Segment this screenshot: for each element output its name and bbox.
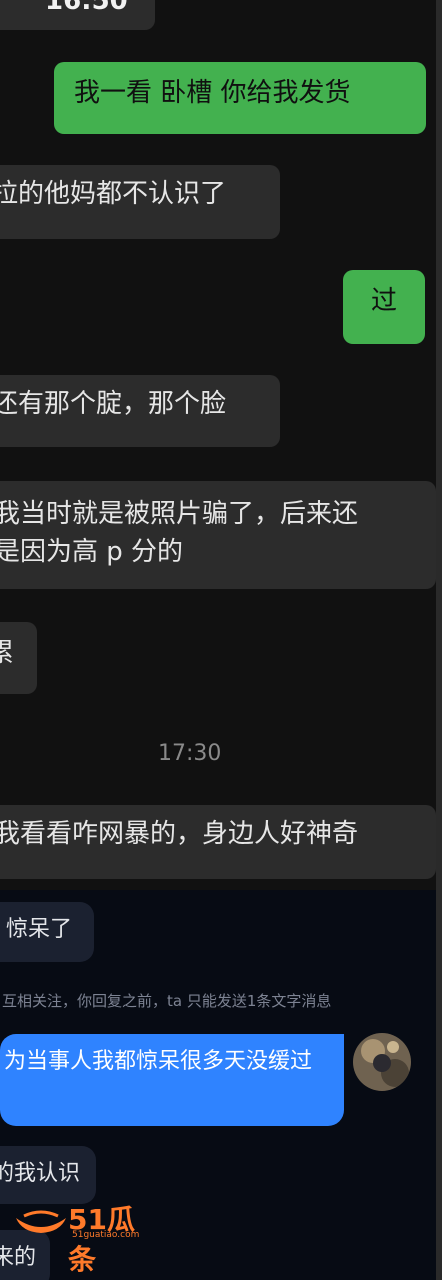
message-bubble-incoming[interactable]: 惊呆了: [0, 902, 94, 962]
status-bar-time: 16:50: [45, 0, 128, 16]
message-text-line-1: 我当时就是被照片骗了，后来还: [0, 499, 359, 529]
message-bubble-incoming[interactable]: 拉的他妈都不认识了: [0, 165, 280, 239]
message-text-line-2: 是因为高 p 分的: [0, 537, 184, 567]
message-text: 来的: [0, 1245, 37, 1270]
message-bubble-outgoing[interactable]: 为当事人我都惊呆很多天没缓过: [0, 1034, 344, 1126]
message-bubble-incoming[interactable]: 我看看咋网暴的，身边人好神奇: [0, 805, 436, 879]
message-bubble-incoming[interactable]: 我当时就是被照片骗了，后来还 是因为高 p 分的: [0, 481, 436, 589]
message-text: 过: [370, 286, 397, 316]
chat-screenshot-top: 16:50 我一看 卧槽 你给我发货 拉的他妈都不认识了 过 还有那个腚，那个脸…: [0, 0, 442, 890]
message-bubble-incoming[interactable]: 累: [0, 622, 37, 694]
message-text: 我一看 卧槽 你给我发货: [74, 78, 351, 108]
message-bubble-incoming[interactable]: 还有那个腚，那个脸: [0, 375, 280, 447]
watermark-url: 51guatiao.com: [72, 1230, 140, 1240]
system-notice: 互相关注，你回复之前，ta 只能发送1条文字消息: [2, 992, 332, 1010]
message-text: 的我认识: [0, 1161, 81, 1186]
melon-logo-icon: [16, 1210, 66, 1233]
message-text: 我看看咋网暴的，身边人好神奇: [0, 819, 359, 849]
message-text: 拉的他妈都不认识了: [0, 179, 227, 209]
message-text: 为当事人我都惊呆很多天没缓过: [4, 1049, 313, 1074]
message-bubble-outgoing[interactable]: 我一看 卧槽 你给我发货: [54, 62, 426, 134]
avatar-image: [353, 1033, 411, 1091]
user-avatar-icon[interactable]: [353, 1033, 411, 1091]
message-text: 还有那个腚，那个脸: [0, 389, 227, 419]
chat-timestamp: 17:30: [158, 741, 222, 766]
message-text: 惊呆了: [6, 917, 73, 942]
message-bubble-outgoing[interactable]: 过: [343, 270, 425, 344]
message-text: 累: [0, 638, 15, 668]
site-watermark: 51瓜条 51guatiao.com: [14, 1196, 154, 1276]
screen-edge: [436, 0, 442, 1280]
